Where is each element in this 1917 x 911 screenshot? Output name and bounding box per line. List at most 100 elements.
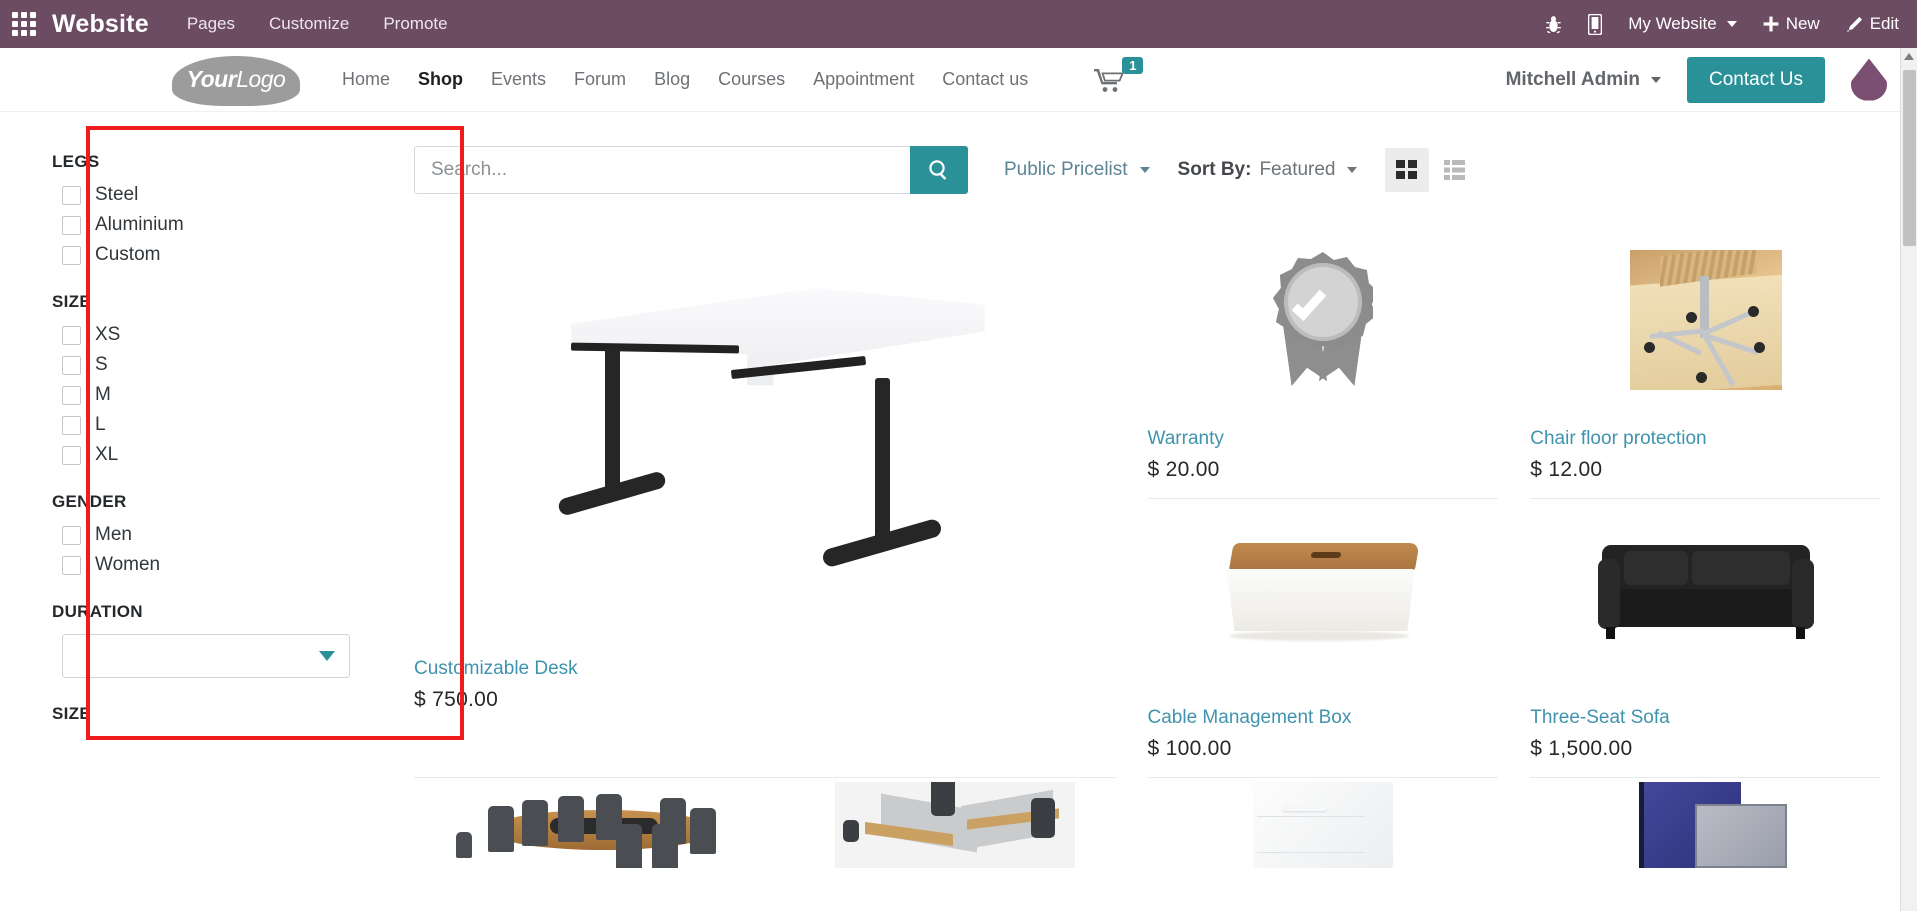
filter-option-m[interactable]: M <box>62 384 400 406</box>
water-drop-icon[interactable] <box>1851 58 1887 101</box>
filter-option-steel[interactable]: Steel <box>62 184 400 206</box>
chevron-down-icon <box>1346 167 1357 173</box>
product-image[interactable] <box>1530 499 1881 699</box>
product-card-warranty[interactable]: Warranty $ 20.00 <box>1147 220 1499 499</box>
list-view-button[interactable] <box>1433 148 1477 192</box>
nav-item-appointment[interactable]: Appointment <box>813 69 914 90</box>
customizable-desk-image <box>545 270 985 600</box>
filter-option-men[interactable]: Men <box>62 524 400 546</box>
product-image[interactable] <box>1148 220 1499 420</box>
shop-main: Public Pricelist Sort By: Featured <box>400 112 1917 911</box>
cart-button[interactable]: 1 <box>1094 56 1144 93</box>
filter-option-custom[interactable]: Custom <box>62 244 400 266</box>
nav-item-courses[interactable]: Courses <box>718 69 785 90</box>
checkbox-icon[interactable] <box>62 415 81 435</box>
new-button[interactable]: New <box>1763 14 1820 34</box>
apps-grid-icon[interactable] <box>10 10 38 38</box>
scroll-up-arrow-icon[interactable] <box>1904 53 1914 60</box>
menu-promote[interactable]: Promote <box>383 14 447 34</box>
checkbox-icon[interactable] <box>62 385 81 405</box>
sort-by-dropdown[interactable]: Sort By: Featured <box>1178 159 1357 181</box>
filter-group-duration: DURATION <box>52 602 400 678</box>
scrollbar-thumb[interactable] <box>1903 70 1916 246</box>
product-price: $ 12.00 <box>1530 458 1603 481</box>
duration-select[interactable] <box>62 634 350 678</box>
filter-option-label: XS <box>95 324 121 345</box>
filter-option-label: Steel <box>95 184 139 205</box>
nav-item-events[interactable]: Events <box>491 69 546 90</box>
product-name[interactable]: Cable Management Box <box>1148 707 1499 729</box>
website-selector[interactable]: My Website <box>1628 14 1737 34</box>
menu-pages[interactable]: Pages <box>187 14 235 34</box>
product-image[interactable] <box>1148 499 1499 699</box>
app-name[interactable]: Website <box>52 10 149 39</box>
checkbox-icon[interactable] <box>62 185 81 205</box>
logo-text: Your Logo <box>172 54 300 106</box>
chair-floor-protection-image <box>1629 250 1782 390</box>
filter-option-s[interactable]: S <box>62 354 400 376</box>
edit-button[interactable]: Edit <box>1846 14 1899 34</box>
filter-option-label: Women <box>95 554 161 575</box>
pricelist-label: Public Pricelist <box>1004 159 1128 180</box>
product-card-three-seat-sofa[interactable]: Three-Seat Sofa $ 1,500.00 <box>1530 499 1881 778</box>
menu-customize[interactable]: Customize <box>269 14 349 34</box>
contact-us-button[interactable]: Contact Us <box>1687 56 1825 103</box>
filter-option-women[interactable]: Women <box>62 554 400 576</box>
shop-toolbar: Public Pricelist Sort By: Featured <box>414 146 1881 194</box>
product-image[interactable] <box>414 220 1116 650</box>
checkbox-icon[interactable] <box>62 355 81 375</box>
grid-view-button[interactable] <box>1384 148 1429 192</box>
search-icon <box>929 160 946 180</box>
shopping-cart-icon <box>1094 68 1125 92</box>
checkbox-icon[interactable] <box>62 215 81 235</box>
product-card-partial[interactable] <box>414 782 1116 868</box>
filter-group-title: GENDER <box>52 492 127 511</box>
product-card-partial[interactable] <box>1530 782 1881 868</box>
filter-option-l[interactable]: L <box>62 414 400 436</box>
mobile-preview-icon[interactable] <box>1588 13 1603 35</box>
checkbox-icon[interactable] <box>62 445 81 465</box>
user-menu[interactable]: Mitchell Admin <box>1506 69 1662 91</box>
checkbox-icon[interactable] <box>62 245 81 265</box>
search-input[interactable] <box>414 146 910 194</box>
site-logo[interactable]: Your Logo <box>172 54 300 106</box>
bug-icon[interactable] <box>1545 15 1562 34</box>
vertical-scrollbar[interactable] <box>1900 48 1917 911</box>
product-card-cable-management-box[interactable]: Cable Management Box $ 100.00 <box>1147 499 1499 778</box>
odoo-system-bar: Website Pages Customize Promote My Websi… <box>0 0 1917 48</box>
checkbox-icon[interactable] <box>62 555 81 575</box>
nav-item-shop[interactable]: Shop <box>418 69 463 90</box>
chevron-down-icon <box>319 651 335 661</box>
plus-icon <box>1763 16 1779 32</box>
page-body: LEGS Steel Aluminium Custom SIZE XS S M … <box>0 112 1917 911</box>
checkbox-icon[interactable] <box>62 325 81 345</box>
nav-item-home[interactable]: Home <box>342 69 390 90</box>
nav-item-contact-us[interactable]: Contact us <box>942 69 1028 90</box>
filter-option-xs[interactable]: XS <box>62 324 400 346</box>
nav-item-blog[interactable]: Blog <box>654 69 690 90</box>
product-name[interactable]: Chair floor protection <box>1530 428 1881 450</box>
system-menu: Pages Customize Promote <box>187 14 448 34</box>
filter-option-aluminium[interactable]: Aluminium <box>62 214 400 236</box>
view-toggle <box>1384 148 1477 192</box>
product-image[interactable] <box>1530 220 1881 420</box>
filter-option-xl[interactable]: XL <box>62 444 400 466</box>
product-name[interactable]: Warranty <box>1148 428 1499 450</box>
sort-by-label: Sort By: <box>1177 159 1252 180</box>
filter-option-label: Aluminium <box>95 214 184 235</box>
product-price: $ 750.00 <box>414 688 499 711</box>
product-card-chair-floor-protection[interactable]: Chair floor protection $ 12.00 <box>1530 220 1881 499</box>
pricelist-dropdown[interactable]: Public Pricelist <box>1004 159 1150 181</box>
checkbox-icon[interactable] <box>62 525 81 545</box>
search-button[interactable] <box>910 146 968 194</box>
product-card-customizable-desk[interactable]: Customizable Desk $ 750.00 <box>414 220 1116 778</box>
filter-group-title: LEGS <box>52 152 100 171</box>
filter-group-title: DURATION <box>52 602 143 621</box>
filter-group-legs: LEGS Steel Aluminium Custom <box>52 152 400 266</box>
sort-by-value: Featured <box>1259 159 1336 180</box>
product-card-partial[interactable] <box>1148 782 1499 868</box>
product-name[interactable]: Customizable Desk <box>414 658 1116 680</box>
product-name[interactable]: Three-Seat Sofa <box>1530 707 1881 729</box>
nav-item-forum[interactable]: Forum <box>574 69 626 90</box>
filter-group-gender: GENDER Men Women <box>52 492 400 576</box>
